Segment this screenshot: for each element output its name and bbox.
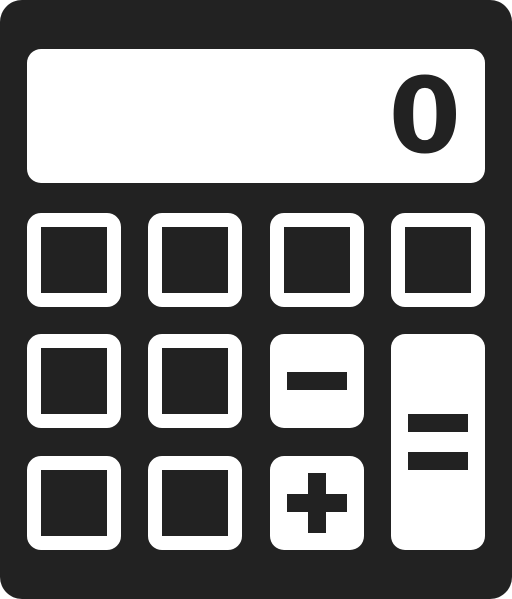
blank-key-r2-c1[interactable] [27, 334, 121, 428]
equals-button[interactable] [391, 334, 485, 550]
blank-key-r1-c3[interactable] [270, 213, 364, 307]
blank-key-r2-c2[interactable] [148, 334, 242, 428]
equals-icon [391, 334, 485, 550]
minus-icon [270, 334, 364, 428]
blank-key-r1-c2[interactable] [148, 213, 242, 307]
blank-key-r3-c1[interactable] [27, 456, 121, 550]
minus-button[interactable] [270, 334, 364, 428]
plus-bar-vertical [308, 473, 326, 533]
blank-key-r1-c4[interactable] [391, 213, 485, 307]
plus-icon [270, 456, 364, 550]
minus-bar [287, 372, 347, 390]
blank-key-r3-c2[interactable] [148, 456, 242, 550]
equals-bar-bottom [408, 452, 468, 470]
equals-bar-top [408, 414, 468, 432]
calculator-body: 0 [0, 0, 512, 599]
calculator-display: 0 [27, 49, 485, 183]
blank-key-r1-c1[interactable] [27, 213, 121, 307]
plus-button[interactable] [270, 456, 364, 550]
display-value: 0 [388, 55, 461, 177]
